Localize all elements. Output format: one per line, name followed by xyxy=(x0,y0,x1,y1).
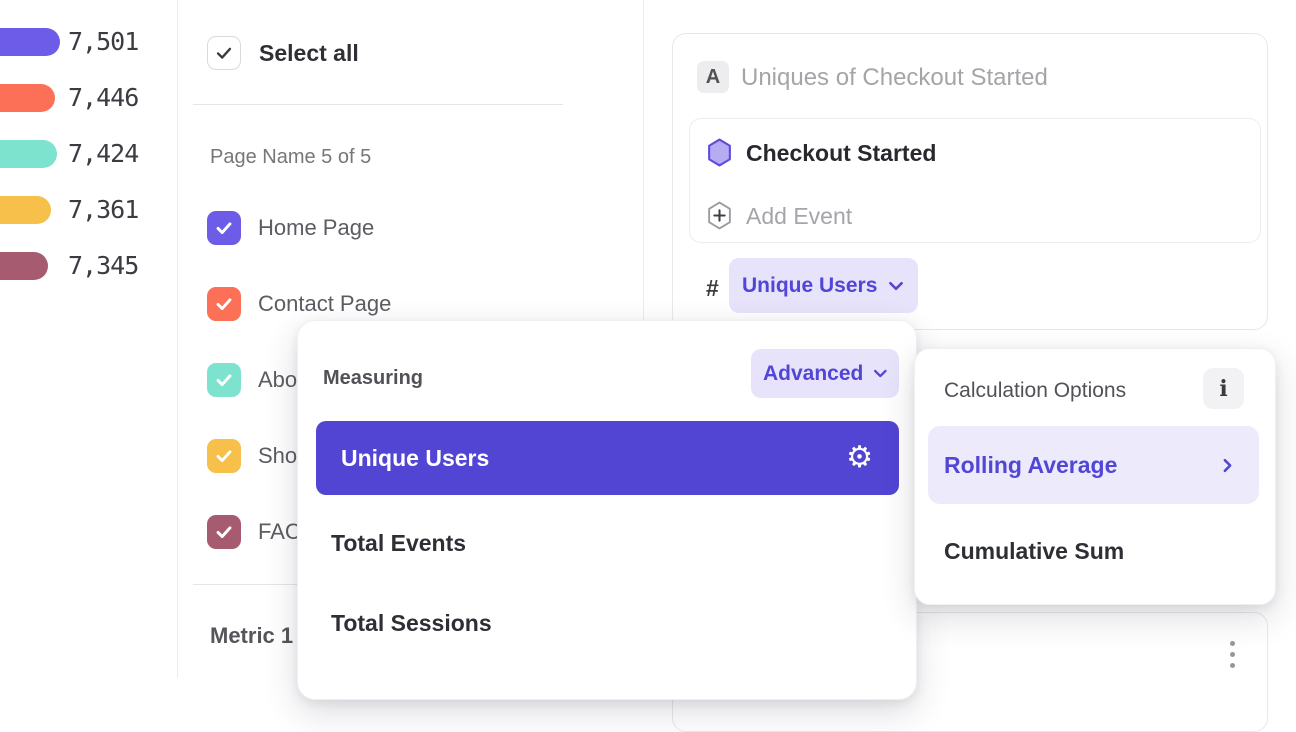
legend-value: 7,501 xyxy=(68,28,138,56)
legend-bar xyxy=(0,84,55,112)
gear-icon[interactable]: ⚙ xyxy=(846,443,873,473)
kebab-dot xyxy=(1230,663,1235,668)
column-divider xyxy=(177,0,178,678)
legend-bar xyxy=(0,28,60,56)
legend-value: 7,424 xyxy=(68,140,138,168)
event-block: Checkout Started Add Event xyxy=(689,118,1261,243)
legend-bar xyxy=(0,196,51,224)
menu-option-total-sessions[interactable]: Total Sessions xyxy=(331,609,492,637)
page-label-shop[interactable]: Sho xyxy=(258,439,297,473)
check-icon xyxy=(213,293,235,315)
legend-bar xyxy=(0,252,48,280)
checkbox-contact-page[interactable] xyxy=(207,287,241,321)
kebab-menu-button[interactable] xyxy=(1226,637,1239,672)
event-name[interactable]: Checkout Started xyxy=(746,139,936,168)
metric-query-card: A Uniques of Checkout Started Checkout S… xyxy=(672,33,1268,330)
divider xyxy=(193,104,563,105)
chevron-down-icon xyxy=(887,277,905,295)
series-title[interactable]: Uniques of Checkout Started xyxy=(741,62,1048,94)
calc-option-label: Rolling Average xyxy=(944,452,1117,479)
aggregation-chip-label: Unique Users xyxy=(742,274,877,298)
chevron-right-icon xyxy=(1219,457,1236,474)
check-icon xyxy=(213,521,235,543)
checkbox-faq-page[interactable] xyxy=(207,515,241,549)
add-event-icon[interactable] xyxy=(706,201,733,230)
kebab-dot xyxy=(1230,652,1235,657)
metric-1-label: Metric 1 xyxy=(210,623,293,649)
legend-value: 7,446 xyxy=(68,84,138,112)
check-icon xyxy=(213,217,235,239)
check-icon xyxy=(213,369,235,391)
legend-value: 7,361 xyxy=(68,196,138,224)
measuring-menu: Measuring Advanced Unique Users ⚙ Total … xyxy=(297,320,917,700)
legend-value: 7,345 xyxy=(68,252,138,280)
checkbox-shop-page[interactable] xyxy=(207,439,241,473)
page-label-faq[interactable]: FAC xyxy=(258,515,301,549)
calc-option-rolling-average[interactable]: Rolling Average xyxy=(928,426,1259,504)
check-icon xyxy=(213,42,235,64)
calculation-options-title: Calculation Options xyxy=(944,379,1126,403)
menu-option-total-events[interactable]: Total Events xyxy=(331,529,466,557)
legend-bar xyxy=(0,140,57,168)
menu-option-unique-users[interactable]: Unique Users ⚙ xyxy=(316,421,899,495)
aggregation-chip[interactable]: Unique Users xyxy=(729,258,918,313)
advanced-chip-label: Advanced xyxy=(763,362,863,386)
event-hexagon-icon xyxy=(706,138,733,167)
kebab-dot xyxy=(1230,641,1235,646)
select-all-checkbox[interactable] xyxy=(207,36,241,70)
calc-option-cumulative-sum[interactable]: Cumulative Sum xyxy=(944,537,1124,565)
check-icon xyxy=(213,445,235,467)
select-all-label[interactable]: Select all xyxy=(259,36,359,70)
chevron-down-icon xyxy=(872,365,889,382)
aggregation-prefix: # xyxy=(706,274,719,302)
page-label-home[interactable]: Home Page xyxy=(258,211,374,245)
add-event-label[interactable]: Add Event xyxy=(746,202,852,231)
checkbox-about-page[interactable] xyxy=(207,363,241,397)
advanced-mode-chip[interactable]: Advanced xyxy=(751,349,899,398)
info-icon[interactable]: i xyxy=(1203,368,1244,409)
page-label-about[interactable]: Abo xyxy=(258,363,297,397)
page-name-group-label: Page Name 5 of 5 xyxy=(210,145,371,169)
measuring-title: Measuring xyxy=(323,366,423,390)
checkbox-home-page[interactable] xyxy=(207,211,241,245)
menu-option-label: Unique Users xyxy=(341,445,489,472)
page-label-contact[interactable]: Contact Page xyxy=(258,287,391,321)
calculation-options-menu: Calculation Options i Rolling Average Cu… xyxy=(914,348,1276,605)
series-a-badge[interactable]: A xyxy=(697,61,729,93)
